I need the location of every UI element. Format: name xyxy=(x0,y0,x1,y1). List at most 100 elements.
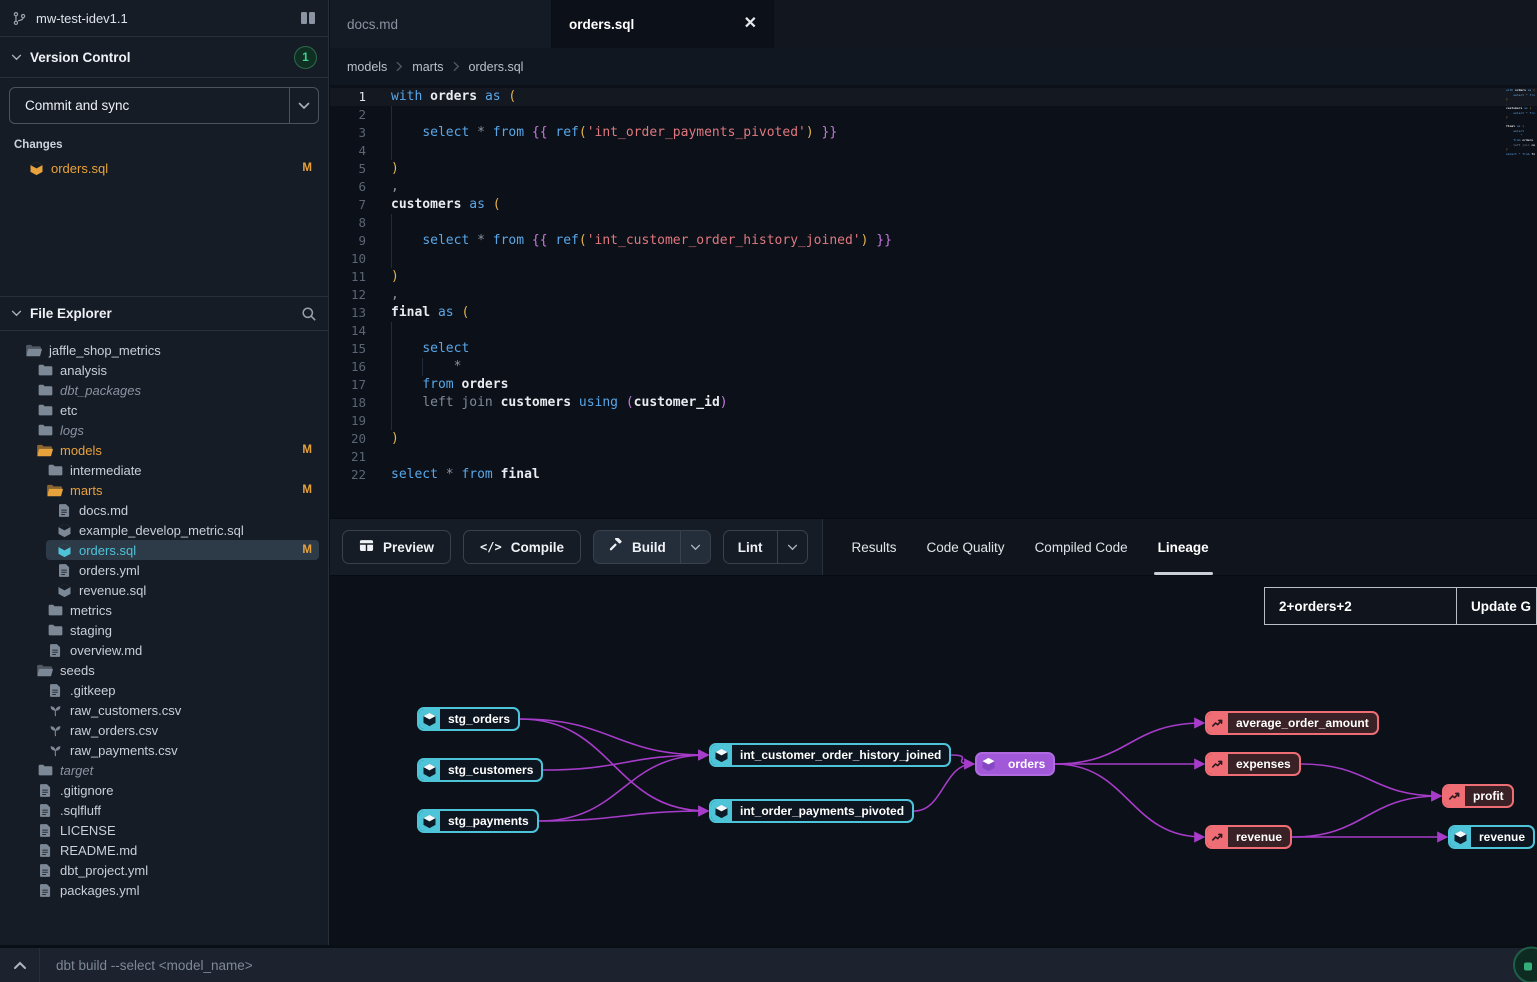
lineage-node-orders[interactable]: orders xyxy=(975,752,1055,776)
file-explorer-header[interactable]: File Explorer xyxy=(0,296,328,331)
folder-icon xyxy=(37,404,53,416)
build-options-caret[interactable] xyxy=(680,531,710,563)
model-cube-icon xyxy=(977,754,1000,774)
preview-button[interactable]: Preview xyxy=(342,530,451,564)
lineage-node-revenue_model[interactable]: revenue xyxy=(1448,825,1535,849)
update-graph-button[interactable]: Update G xyxy=(1457,587,1537,625)
tree-item-logs[interactable]: logs xyxy=(0,420,328,440)
lineage-node-stg_orders[interactable]: stg_orders xyxy=(417,707,520,731)
lineage-node-expenses[interactable]: expenses xyxy=(1205,752,1301,776)
metric-icon xyxy=(1207,827,1228,847)
tree-item-label: LICENSE xyxy=(60,823,116,838)
line-number: 19 xyxy=(330,412,366,430)
code-line-1: 1with orders as ( xyxy=(330,88,1537,106)
changed-file-orders.sql[interactable]: orders.sql M xyxy=(0,157,328,179)
split-panels-icon[interactable] xyxy=(300,11,316,25)
commit-options-caret[interactable] xyxy=(289,88,318,123)
breadcrumb-item[interactable]: orders.sql xyxy=(469,60,524,74)
lineage-node-stg_customers[interactable]: stg_customers xyxy=(417,758,543,782)
file-icon xyxy=(37,844,53,857)
lineage-controls: 2+orders+2 Update G xyxy=(1264,587,1537,625)
tree-item-seeds[interactable]: seeds xyxy=(0,660,328,680)
code-line-10: 10 xyxy=(330,250,1537,268)
tree-item-raw_orders.csv[interactable]: raw_orders.csv xyxy=(0,720,328,740)
lineage-node-average_order_amount[interactable]: average_order_amount xyxy=(1205,711,1379,735)
lint-options-caret[interactable] xyxy=(777,531,807,563)
tree-item-label: README.md xyxy=(60,843,137,858)
breadcrumb-item[interactable]: marts xyxy=(412,60,443,74)
lineage-node-revenue_metric[interactable]: revenue xyxy=(1205,825,1292,849)
tree-item-README.md[interactable]: README.md xyxy=(0,840,328,860)
lineage-selector-input[interactable]: 2+orders+2 xyxy=(1264,587,1457,625)
tree-item-jaffle_shop_metrics[interactable]: jaffle_shop_metrics xyxy=(0,340,328,360)
lineage-node-int_customer_order_history_joined[interactable]: int_customer_order_history_joined xyxy=(709,743,951,767)
status-indicator[interactable] xyxy=(1513,947,1537,982)
lineage-node-profit[interactable]: profit xyxy=(1442,784,1514,808)
tab-docs.md[interactable]: docs.md xyxy=(330,0,552,48)
version-control-header[interactable]: Version Control 1 xyxy=(0,37,328,78)
folder-icon xyxy=(37,364,53,376)
result-tab-code-quality[interactable]: Code Quality xyxy=(927,519,1005,575)
code-line-2: 2 xyxy=(330,106,1537,124)
tree-item-raw_payments.csv[interactable]: raw_payments.csv xyxy=(0,740,328,760)
line-number: 1 xyxy=(330,88,366,106)
tree-item-revenue.sql[interactable]: revenue.sql xyxy=(0,580,328,600)
tree-item-dbt_project.yml[interactable]: dbt_project.yml xyxy=(0,860,328,880)
tree-item-overview.md[interactable]: overview.md xyxy=(0,640,328,660)
tree-item-label: logs xyxy=(60,423,84,438)
editor-toolbar: Preview </> Compile Build xyxy=(330,518,1537,575)
tree-item-example_develop_metric.sql[interactable]: example_develop_metric.sql xyxy=(0,520,328,540)
result-tab-results[interactable]: Results xyxy=(852,519,897,575)
command-input[interactable]: dbt build --select <model_name> xyxy=(40,958,253,973)
tree-item-.sqlfluff[interactable]: .sqlfluff xyxy=(0,800,328,820)
tree-item-docs.md[interactable]: docs.md xyxy=(0,500,328,520)
tree-item-label: target xyxy=(60,763,93,778)
tree-item-label: metrics xyxy=(70,603,112,618)
folder-icon xyxy=(47,604,63,616)
commit-and-sync-button[interactable]: Commit and sync xyxy=(10,88,289,123)
tree-item-models[interactable]: modelsM xyxy=(0,440,328,460)
tree-item-label: .gitkeep xyxy=(70,683,116,698)
tree-item-metrics[interactable]: metrics xyxy=(0,600,328,620)
lineage-node-stg_payments[interactable]: stg_payments xyxy=(417,809,539,833)
tree-item-orders.sql[interactable]: orders.sqlM xyxy=(0,540,328,560)
result-tab-lineage[interactable]: Lineage xyxy=(1158,519,1209,575)
breadcrumb-item[interactable]: models xyxy=(347,60,387,74)
tree-item-intermediate[interactable]: intermediate xyxy=(0,460,328,480)
tab-orders.sql[interactable]: orders.sql✕ xyxy=(552,0,774,48)
seed-icon xyxy=(47,744,63,757)
tree-item-.gitkeep[interactable]: .gitkeep xyxy=(0,680,328,700)
chevron-right-icon xyxy=(453,61,460,72)
line-number: 2 xyxy=(330,106,366,124)
tree-item-etc[interactable]: etc xyxy=(0,400,328,420)
model-cube-icon xyxy=(711,801,732,821)
file-icon xyxy=(37,884,53,897)
tree-item-analysis[interactable]: analysis xyxy=(0,360,328,380)
code-line-20: 20) xyxy=(330,430,1537,448)
tree-item-packages.yml[interactable]: packages.yml xyxy=(0,880,328,900)
tree-item-LICENSE[interactable]: LICENSE xyxy=(0,820,328,840)
tree-item-target[interactable]: target xyxy=(0,760,328,780)
folder-icon xyxy=(37,764,53,776)
tree-item-orders.yml[interactable]: orders.yml xyxy=(0,560,328,580)
tree-item-marts[interactable]: martsM xyxy=(0,480,328,500)
search-icon[interactable] xyxy=(301,306,317,322)
close-icon[interactable]: ✕ xyxy=(744,16,757,32)
tree-item-raw_customers.csv[interactable]: raw_customers.csv xyxy=(0,700,328,720)
compile-button[interactable]: </> Compile xyxy=(463,530,581,564)
tree-item-dbt_packages[interactable]: dbt_packages xyxy=(0,380,328,400)
code-editor[interactable]: with orders as ( select * from {{ ref('i… xyxy=(330,85,1537,518)
result-tab-compiled-code[interactable]: Compiled Code xyxy=(1035,519,1128,575)
tree-item-label: raw_customers.csv xyxy=(70,703,181,718)
lint-button-group: Lint xyxy=(723,530,808,564)
commit-and-sync: Commit and sync xyxy=(9,87,319,124)
lint-button[interactable]: Lint xyxy=(724,531,777,563)
modified-badge: M xyxy=(302,444,312,456)
chevron-up-icon[interactable] xyxy=(0,948,40,982)
tree-item-.gitignore[interactable]: .gitignore xyxy=(0,780,328,800)
tree-item-staging[interactable]: staging xyxy=(0,620,328,640)
build-button[interactable]: Build xyxy=(594,531,680,563)
repo-name: mw-test-idev1.1 xyxy=(36,11,128,26)
lineage-node-int_order_payments_pivoted[interactable]: int_order_payments_pivoted xyxy=(709,799,914,823)
tree-item-label: analysis xyxy=(60,363,107,378)
